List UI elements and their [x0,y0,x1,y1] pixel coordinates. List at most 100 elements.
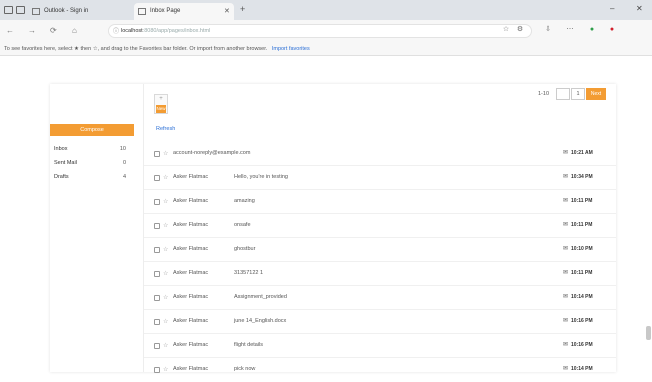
message-row[interactable]: ☆ Asker Flatmac Assignment_provided ✉ 10… [144,286,616,310]
refresh-icon[interactable]: ⟳ [50,26,57,35]
row-checkbox[interactable] [154,175,160,181]
row-checkbox[interactable] [154,319,160,325]
message-row[interactable]: ☆ Asker Flatmac ghostbur ✉ 10:10 PM [144,238,616,262]
message-time: 10:21 AM [571,150,593,156]
downloads-icon[interactable]: ⇩ [544,26,552,34]
address-bar[interactable]: ⓘ localhost:8080/app/pages/inbox.html [108,24,532,38]
forward-icon[interactable]: → [28,26,36,35]
message-row[interactable]: ☆ Asker Flatmac amazing ✉ 10:11 PM [144,190,616,214]
favorite-star-icon[interactable]: ☆ [502,26,510,34]
star-icon[interactable]: ☆ [163,294,168,301]
pager-prev-box[interactable] [556,88,570,100]
message-subject: flight details [234,342,264,348]
message-row[interactable]: ☆ Asker Flatmac 31357122 1 ✉ 10:11 PM [144,262,616,286]
mail-icon: ✉ [563,342,569,348]
extension-red-icon[interactable]: ● [608,26,616,34]
tab-inbox[interactable]: Inbox Page ✕ [134,3,234,20]
message-row[interactable]: ☆ Asker Flatmac june 14_English.docx ✉ 1… [144,310,616,334]
mail-icon: ✉ [563,294,569,300]
message-sender: Asker Flatmac [173,222,209,228]
favorites-bar: To see favorites here, select ★ then ☆, … [0,42,652,56]
row-checkbox[interactable] [154,199,160,205]
star-icon[interactable]: ☆ [163,174,168,181]
row-checkbox[interactable] [154,271,160,277]
mail-icon: ✉ [563,174,569,180]
pager-page-input[interactable]: 1 [571,88,585,100]
message-sender: account-noreply@example.com [173,150,251,156]
minimize-icon[interactable]: – [610,4,614,13]
import-favorites-link[interactable]: Import favorites [272,46,310,52]
message-subject: 31357122 1 [234,270,264,276]
row-checkbox[interactable] [154,343,160,349]
row-checkbox[interactable] [154,295,160,301]
page-scrollbar[interactable] [646,326,651,340]
message-sender: Asker Flatmac [173,294,209,300]
message-row[interactable]: ☆ account-noreply@example.com ✉ 10:21 AM [144,142,616,166]
star-icon[interactable]: ☆ [163,342,168,349]
star-icon[interactable]: ☆ [163,198,168,205]
sidebar-item-inbox[interactable]: Inbox 10 [54,144,126,154]
pager-next-button[interactable]: Next [586,88,606,100]
message-sender: Asker Flatmac [173,246,209,252]
sidebar-item-sent[interactable]: Sent Mail 0 [54,158,126,168]
settings-icon[interactable]: ⚙ [516,26,524,34]
page-favicon-icon [138,8,146,15]
row-checkbox[interactable] [154,151,160,157]
close-window-icon[interactable]: ✕ [636,4,643,13]
star-icon[interactable]: ☆ [163,150,168,157]
message-time: 10:34 PM [571,174,593,180]
browser-tab-bar: Outlook - Sign in Inbox Page ✕ + – ✕ [0,0,652,20]
new-tab-button[interactable]: + [240,4,245,14]
extension-green-icon[interactable]: ● [588,26,596,34]
mail-icon: ✉ [563,270,569,276]
message-time: 10:16 PM [571,342,593,348]
message-sender: Asker Flatmac [173,174,209,180]
close-tab-icon[interactable]: ✕ [224,3,230,20]
row-checkbox[interactable] [154,367,160,373]
refresh-link[interactable]: Refresh [156,126,175,132]
message-time: 10:14 PM [571,294,593,300]
more-icon[interactable]: ⋯ [566,26,574,34]
message-time: 10:11 PM [571,198,593,204]
folder-count: 4 [122,174,126,180]
row-checkbox[interactable] [154,223,160,229]
mail-icon: ✉ [563,198,569,204]
message-time: 10:11 PM [571,270,593,276]
message-time: 10:10 PM [571,246,593,252]
compose-button[interactable]: Compose [50,124,134,136]
mail-icon: ✉ [563,366,569,372]
mail-icon: ✉ [563,150,569,156]
message-subject: onsafe [234,222,251,228]
new-message-button[interactable]: + New [154,94,168,114]
star-icon[interactable]: ☆ [163,318,168,325]
mail-app: Compose Inbox 10 Sent Mail 0 Drafts 4 + … [50,84,616,373]
message-row[interactable]: ☆ Asker Flatmac pick now ✉ 10:14 PM [144,358,616,382]
message-time: 10:14 PM [571,366,593,372]
tab-outlook[interactable]: Outlook - Sign in [28,3,132,20]
url-host: localhost [121,28,143,34]
plus-icon: + [159,96,163,102]
pager-range: 1-10 [538,91,550,97]
message-subject: ghostbur [234,246,256,252]
site-info-icon[interactable]: ⓘ [113,26,119,37]
home-icon[interactable]: ⌂ [72,26,77,35]
sidebar-item-drafts[interactable]: Drafts 4 [54,172,126,182]
mail-icon: ✉ [563,318,569,324]
browser-toolbar: ← → ⟳ ⌂ ⓘ localhost:8080/app/pages/inbox… [0,20,652,42]
star-icon[interactable]: ☆ [163,246,168,253]
message-row[interactable]: ☆ Asker Flatmac flight details ✉ 10:16 P… [144,334,616,358]
star-icon[interactable]: ☆ [163,222,168,229]
message-row[interactable]: ☆ Asker Flatmac onsafe ✉ 10:11 PM [144,214,616,238]
back-icon[interactable]: ← [6,26,14,35]
folder-count: 0 [122,160,126,166]
mail-icon: ✉ [563,222,569,228]
new-label: New [156,105,166,113]
message-sender: Asker Flatmac [173,366,209,372]
message-row[interactable]: ☆ Asker Flatmac Hello, you're in testing… [144,166,616,190]
row-checkbox[interactable] [154,247,160,253]
star-icon[interactable]: ☆ [163,270,168,277]
tab-actions-icon[interactable] [16,6,25,14]
message-time: 10:11 PM [571,222,593,228]
url-path: :8080/app/pages/inbox.html [142,28,211,34]
window-menu-icon[interactable] [4,6,13,14]
